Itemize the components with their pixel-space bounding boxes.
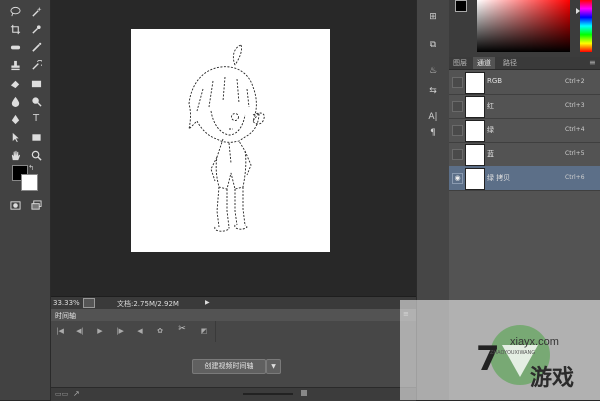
- lasso-icon[interactable]: [6, 4, 24, 18]
- channel-shortcut: Ctrl+5: [565, 150, 585, 157]
- channel-name: 蓝: [487, 150, 494, 158]
- brush-panel-icon[interactable]: ♨: [426, 66, 440, 78]
- layer-comps-icon[interactable]: ⧉: [426, 40, 440, 52]
- channel-thumbnail: [465, 96, 485, 118]
- watermark-sub: ZHAOYOUXIWANG: [490, 350, 536, 356]
- swap-colors-icon[interactable]: ↰: [26, 161, 36, 175]
- history-panel-icon[interactable]: ⊞: [426, 12, 440, 24]
- channel-row-green[interactable]: 绿 Ctrl+4: [449, 118, 600, 143]
- document-canvas[interactable]: [131, 29, 330, 252]
- transition-icon[interactable]: ◩: [199, 327, 209, 336]
- previous-frame-icon[interactable]: ◀|: [75, 327, 85, 336]
- channel-thumbnail: [465, 72, 485, 94]
- zoom-in-icon[interactable]: [301, 390, 307, 396]
- pen-icon[interactable]: [6, 112, 24, 126]
- split-scissors-icon[interactable]: ✂: [177, 325, 187, 334]
- clone-stamp-icon[interactable]: [6, 58, 24, 72]
- watermark-site: xiayx.com: [510, 336, 559, 348]
- create-timeline-dropdown-icon[interactable]: ▼: [266, 359, 281, 374]
- status-menu-arrow-icon[interactable]: ▶: [205, 299, 210, 306]
- hue-slider[interactable]: [580, 0, 592, 52]
- timeline-tab[interactable]: 时间轴: [55, 311, 76, 321]
- tab-channels[interactable]: 通道: [473, 57, 495, 69]
- status-bar: 33.33% 文档:2.75M/2.92M ▶: [51, 296, 416, 310]
- hue-slider-marker-icon[interactable]: [576, 8, 580, 14]
- character-selection-marquee: [188, 44, 265, 232]
- dodge-icon[interactable]: [27, 94, 45, 108]
- channel-shortcut: Ctrl+4: [565, 126, 585, 133]
- hand-icon[interactable]: [6, 148, 24, 162]
- eye-icon[interactable]: ◉: [452, 173, 463, 184]
- channel-row-rgb[interactable]: RGB Ctrl+2: [449, 70, 600, 95]
- next-frame-icon[interactable]: |▶: [115, 327, 125, 336]
- channel-name: 绿: [487, 126, 494, 134]
- path-select-icon[interactable]: [6, 130, 24, 144]
- magic-wand-icon[interactable]: [27, 4, 45, 18]
- visibility-toggle[interactable]: [452, 149, 463, 160]
- channel-shortcut: Ctrl+2: [565, 78, 585, 85]
- go-to-first-frame-icon[interactable]: |◀: [55, 327, 65, 336]
- channel-name: RGB: [487, 77, 503, 85]
- timeline-footer: ▭▭ ↗: [51, 387, 416, 401]
- color-spectrum-field[interactable]: [477, 0, 570, 52]
- visibility-toggle[interactable]: [452, 101, 463, 112]
- blur-icon[interactable]: [6, 94, 24, 108]
- channel-name: 红: [487, 102, 494, 110]
- zoom-slider[interactable]: [243, 393, 293, 395]
- brush-icon[interactable]: [27, 40, 45, 54]
- crop-icon[interactable]: [6, 22, 24, 36]
- gradient-icon[interactable]: [27, 76, 45, 90]
- channel-shortcut: Ctrl+6: [565, 174, 585, 181]
- rectangle-icon[interactable]: [27, 130, 45, 144]
- history-brush-icon[interactable]: [27, 58, 45, 72]
- document-info: 文档:2.75M/2.92M: [117, 300, 179, 308]
- eyedropper-icon[interactable]: [27, 22, 45, 36]
- channel-thumbnail: [465, 144, 485, 166]
- screen-mode-icon[interactable]: [27, 198, 45, 212]
- watermark-brand: 游戏: [530, 366, 575, 391]
- channels-panel-menu-icon[interactable]: ≡: [589, 58, 596, 67]
- render-arrow-icon[interactable]: ↗: [73, 389, 80, 398]
- play-icon[interactable]: ▶: [95, 327, 105, 336]
- channel-thumbnail: [465, 168, 485, 190]
- export-icon[interactable]: [83, 298, 95, 308]
- eraser-icon[interactable]: [6, 76, 24, 90]
- picker-foreground-swatch[interactable]: [455, 0, 467, 12]
- channel-row-blue[interactable]: 蓝 Ctrl+5: [449, 142, 600, 167]
- zoom-icon[interactable]: [27, 148, 45, 162]
- paragraph-panel-icon[interactable]: ¶: [426, 128, 440, 140]
- channel-row-green-copy[interactable]: ◉ 绿 拷贝 Ctrl+6: [449, 166, 600, 191]
- layers-channels-paths-tabs: 图层 通道 路径 ≡: [449, 57, 600, 70]
- tab-paths[interactable]: 路径: [499, 57, 521, 69]
- settings-icon[interactable]: ✿: [155, 327, 165, 336]
- properties-panel-icon[interactable]: ⇆: [426, 86, 440, 98]
- background-color-swatch[interactable]: [21, 174, 38, 191]
- zoom-level[interactable]: 33.33%: [53, 299, 80, 307]
- audio-icon[interactable]: ◀: [135, 327, 145, 336]
- channel-shortcut: Ctrl+3: [565, 102, 585, 109]
- visibility-toggle[interactable]: [452, 77, 463, 88]
- type-icon[interactable]: T: [27, 112, 45, 126]
- channel-row-red[interactable]: 红 Ctrl+3: [449, 94, 600, 119]
- quick-mask-icon[interactable]: [6, 198, 24, 212]
- svg-text:7: 7: [476, 339, 500, 379]
- healing-brush-icon[interactable]: [6, 40, 24, 54]
- timeline-controls: |◀ ◀| ▶ |▶ ◀ ✿ ✂ ◩: [51, 321, 216, 342]
- tools-panel: T ↰: [0, 0, 51, 400]
- watermark-logo: 7: [476, 325, 550, 385]
- watermark-overlay: 7 xiayx.com ZHAOYOUXIWANG 游戏: [400, 300, 600, 400]
- channel-thumbnail: [465, 120, 485, 142]
- tab-layers[interactable]: 图层: [449, 57, 471, 69]
- create-video-timeline-button[interactable]: 创建视频时间轴: [192, 359, 266, 374]
- character-panel-icon[interactable]: A|: [426, 112, 440, 124]
- channel-name: 绿 拷贝: [487, 174, 511, 182]
- footer-dots-icon[interactable]: ▭▭: [55, 390, 68, 398]
- visibility-toggle[interactable]: [452, 125, 463, 136]
